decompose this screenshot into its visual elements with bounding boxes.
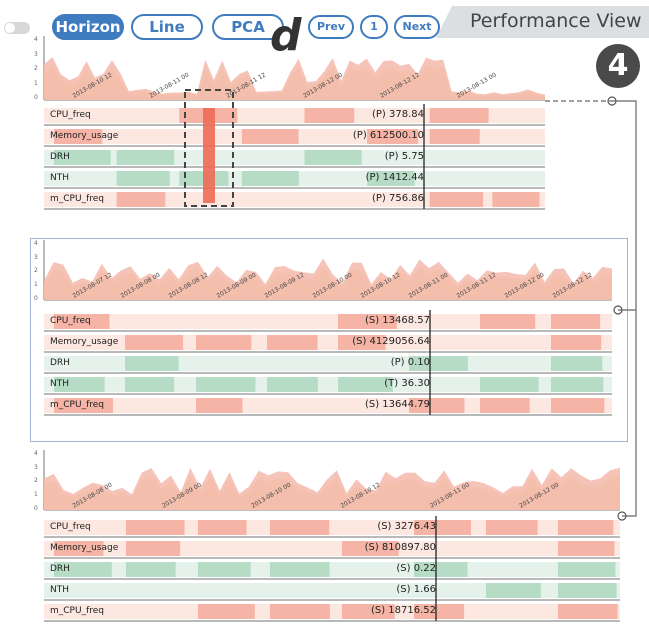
heat-cell [551,335,602,350]
heat-cell [558,562,616,577]
heat-cell [125,377,175,392]
y-tick-label: 0 [34,294,38,302]
row-label: Memory_usage [50,543,119,553]
y-tick-label: 2 [34,477,38,485]
y-tick-label: 0 [34,504,38,512]
row-label: Memory_usage [50,131,119,141]
y-tick-label: 4 [34,36,38,43]
y-tick-label: 4 [34,240,38,247]
y-tick-label: 2 [34,267,38,275]
row-label: NTH [50,379,69,389]
heat-cell [125,356,179,371]
y-tick-label: 4 [34,450,38,457]
heat-cell [551,314,601,329]
y-tick-label: 3 [34,463,38,471]
row-value: (S) 1.66 [396,584,436,595]
row-label: DRH [50,152,70,162]
row-label: m_CPU_freq [50,606,104,616]
row-value: (S) 18716.52 [370,605,436,616]
y-tick-label: 0 [34,94,38,102]
selected-column [203,108,215,203]
horizon-band [44,467,620,510]
heat-cell [551,398,605,413]
heat-cell [126,562,176,577]
row-label: NTH [50,585,69,595]
heat-cell [196,398,243,413]
heat-cell [116,192,166,207]
heat-cell [558,583,617,598]
row-label: DRH [50,358,70,368]
heat-cell [480,377,539,392]
row-label: m_CPU_freq [50,400,104,410]
y-tick-label: 3 [34,50,38,58]
row-value: (P) 612500.10 [352,130,424,141]
heat-cell [126,520,185,535]
heat-cell [116,150,175,165]
heat-cell [429,108,489,123]
heat-cell [198,604,255,619]
heat-cell [480,314,536,329]
row-label: m_CPU_freq [50,194,104,204]
heat-cell [116,171,170,186]
heat-cell [551,356,603,371]
row-value: (S) 13644.79 [364,399,430,410]
row-label: CPU_freq [50,110,91,120]
row-value: (P) 5.75 [384,151,424,162]
row-value: (S) 3276.43 [377,521,436,532]
heat-cell [196,377,256,392]
row-label: CPU_freq [50,316,91,326]
y-tick-label: 1 [34,490,38,498]
heat-cell [196,335,252,350]
row-value: (S) 0.22 [396,563,436,574]
row-value: (T) 36.30 [384,378,430,389]
row-label: Memory_usage [50,337,119,347]
row-value: (S) 810897.80 [364,542,436,553]
y-tick-label: 2 [34,65,38,73]
row-value: (P) 1412.44 [365,172,424,183]
heat-cell [480,398,530,413]
connector-line [612,100,637,311]
row-label: DRH [50,564,70,574]
heat-cell [429,129,480,144]
heat-cell [558,541,615,556]
heat-cell [486,583,541,598]
row-label: NTH [50,173,69,183]
row-value: (P) 0.10 [390,357,430,368]
heat-cell [241,129,299,144]
heat-cell [125,335,184,350]
heat-cell [429,192,484,207]
heat-cell [558,520,614,535]
heat-cell [241,171,299,186]
y-tick-label: 1 [34,280,38,288]
row-value: (S) 4129056.64 [352,336,430,347]
connector-line [622,310,637,517]
row-value: (P) 378.84 [371,109,424,120]
y-tick-label: 3 [34,253,38,261]
heat-cell [551,377,604,392]
heat-cell [198,520,247,535]
heat-cell [126,541,181,556]
heat-cell [558,604,618,619]
row-label: CPU_freq [50,522,91,532]
row-value: (P) 756.86 [371,193,424,204]
y-tick-label: 1 [34,79,38,87]
row-value: (S) 13468.57 [364,315,430,326]
heat-cell [198,562,251,577]
heat-cell [492,192,540,207]
heat-cell [486,520,538,535]
